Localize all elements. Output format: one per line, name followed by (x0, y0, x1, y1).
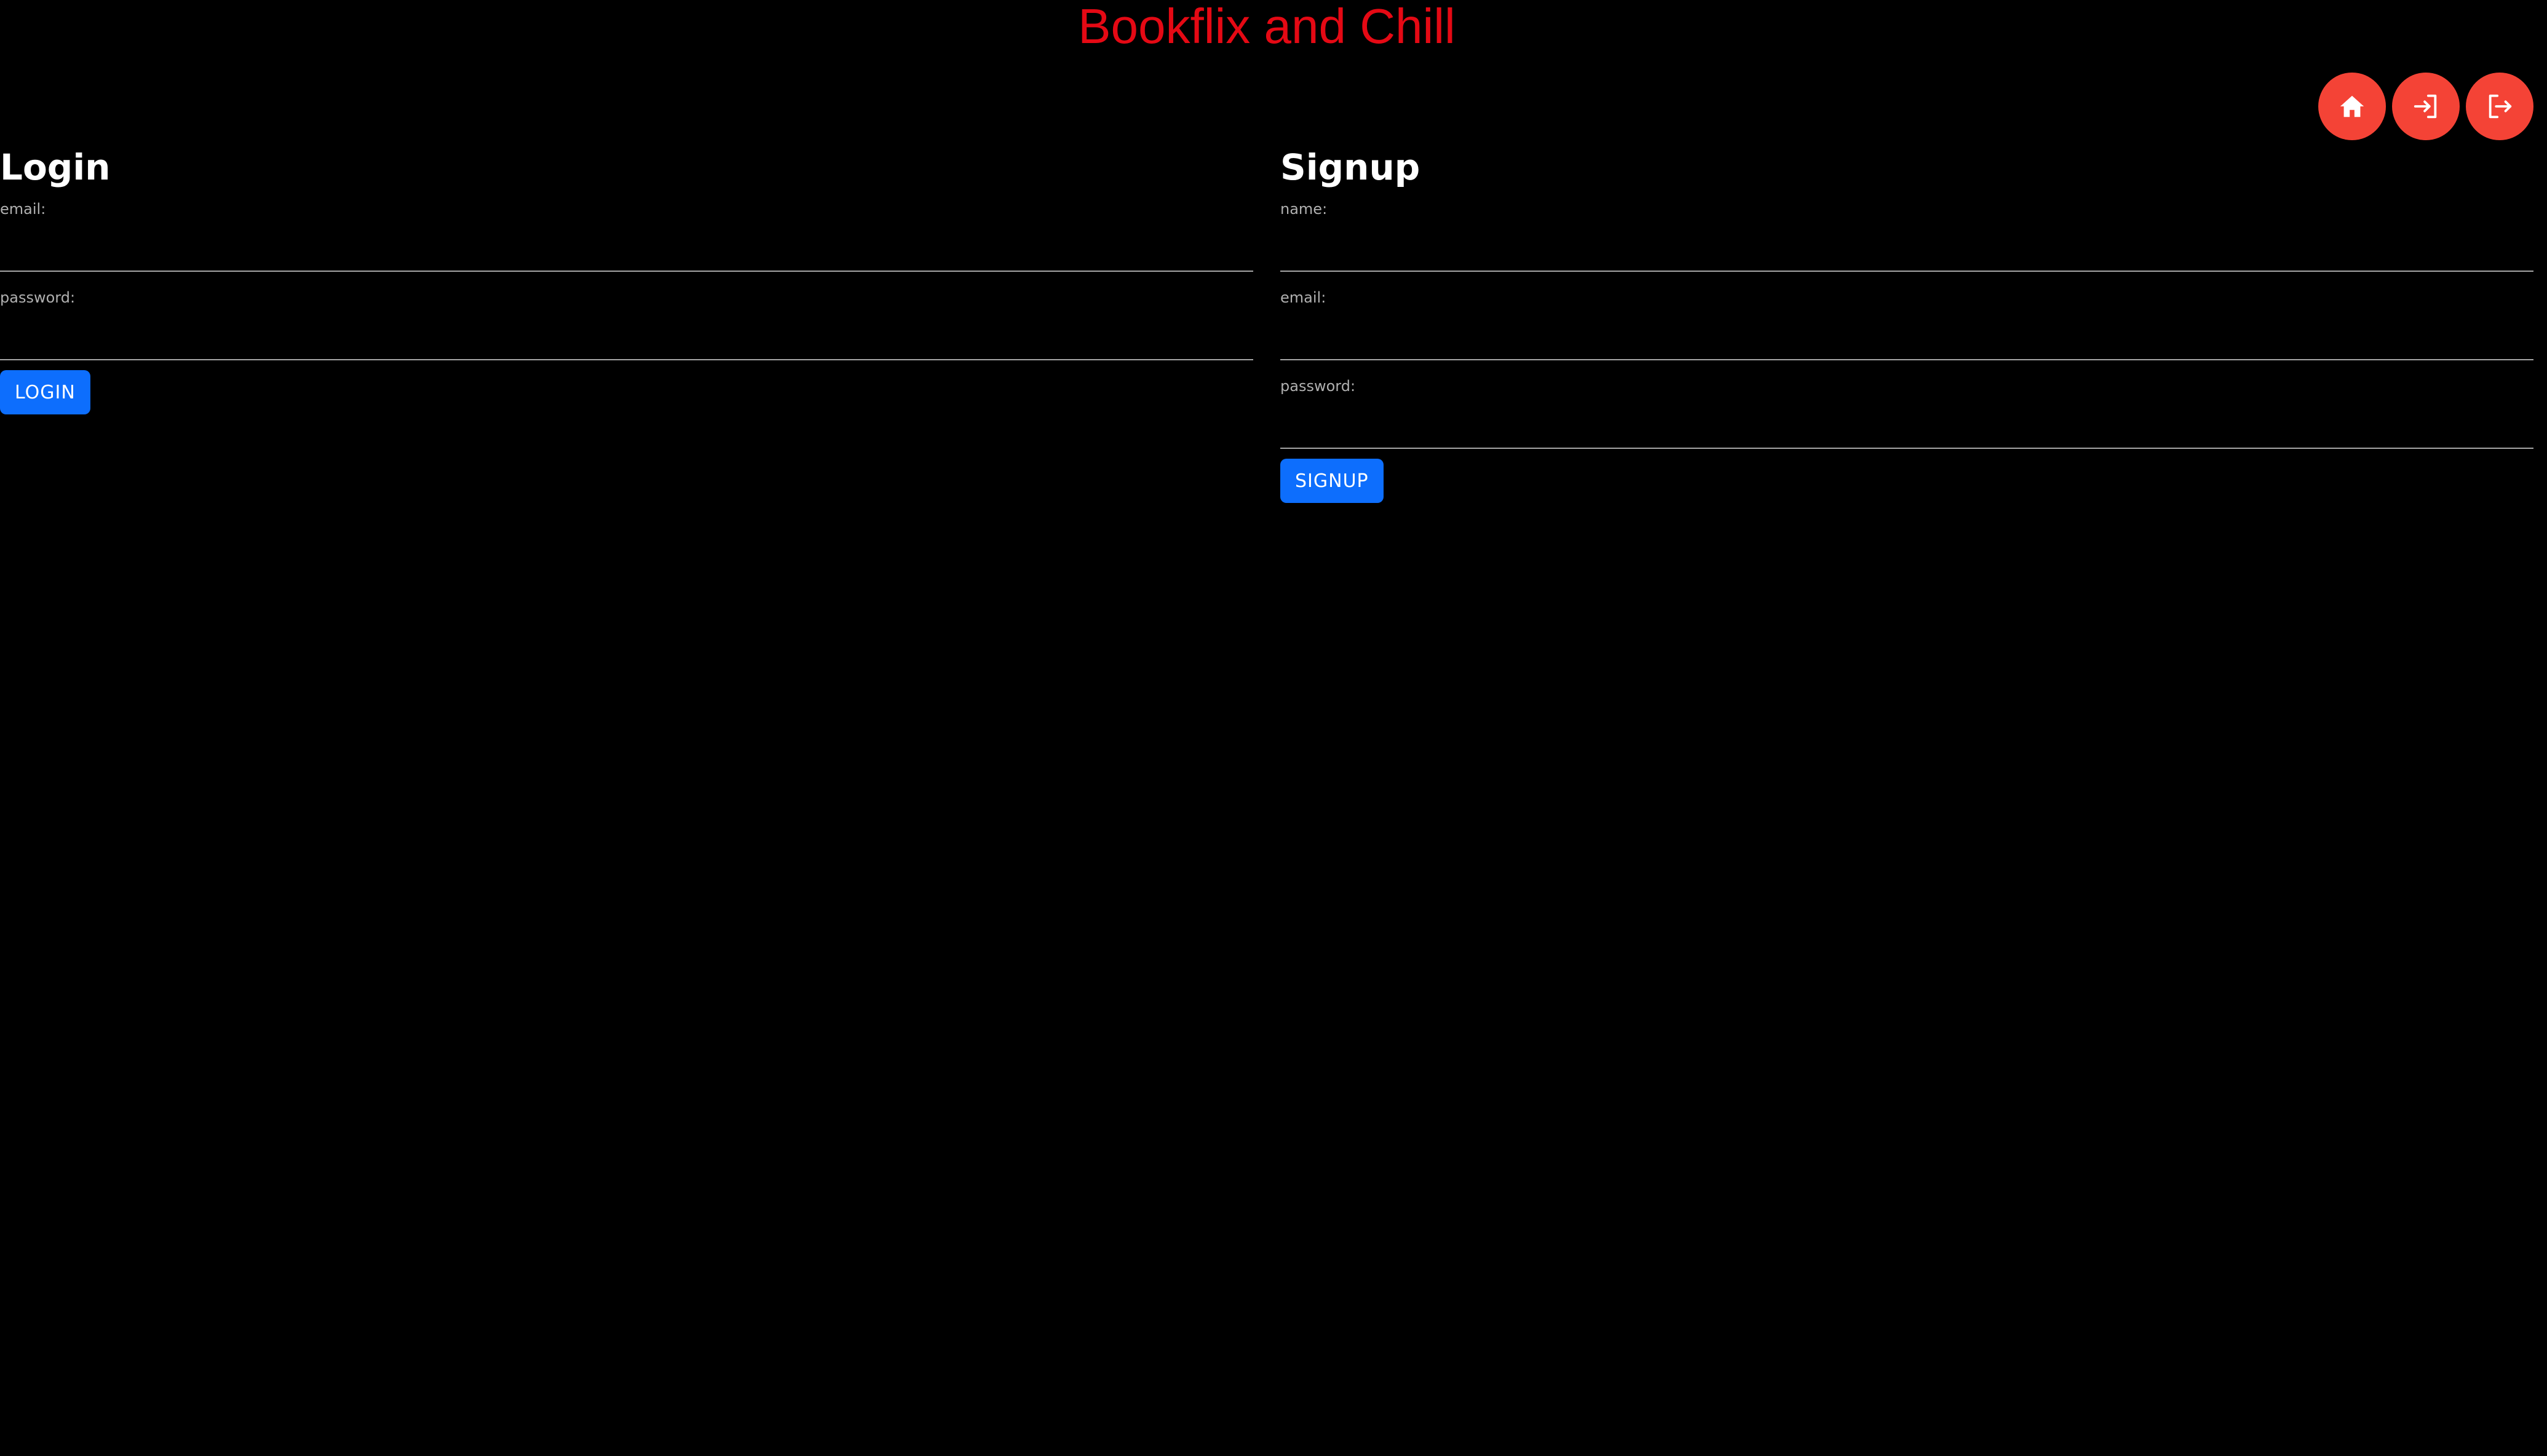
home-button[interactable] (2318, 73, 2386, 140)
login-password-field: password: (0, 289, 1253, 360)
signup-email-label: email: (1280, 289, 1326, 306)
signup-email-field: email: (1280, 289, 2533, 360)
logout-icon (2489, 94, 2512, 119)
signup-name-label: name: (1280, 200, 1328, 218)
signup-form: Signup name: email: password: SIGNUP (1280, 143, 2533, 503)
logout-button[interactable] (2466, 73, 2533, 140)
login-button[interactable] (2392, 73, 2460, 140)
login-password-input[interactable] (0, 306, 1253, 360)
signup-email-input[interactable] (1280, 306, 2533, 360)
login-email-label: email: (0, 200, 46, 218)
login-form: Login email: password: LOGIN (0, 143, 1253, 414)
nav-buttons (2318, 73, 2533, 140)
login-email-input[interactable] (0, 218, 1253, 272)
app-title: Bookflix and Chill (1078, 0, 1456, 53)
login-password-label: password: (0, 289, 76, 306)
home-icon (2340, 95, 2364, 117)
signup-password-field: password: (1280, 378, 2533, 449)
signup-name-field: name: (1280, 200, 2533, 272)
login-button-submit[interactable]: LOGIN (0, 370, 90, 414)
login-icon (2414, 94, 2437, 119)
signup-password-input[interactable] (1280, 395, 2533, 449)
login-heading: Login (0, 146, 111, 188)
signup-password-label: password: (1280, 378, 1356, 395)
signup-button-submit[interactable]: SIGNUP (1280, 459, 1384, 503)
login-email-field: email: (0, 200, 1253, 272)
signup-heading: Signup (1280, 146, 1420, 188)
signup-name-input[interactable] (1280, 218, 2533, 272)
